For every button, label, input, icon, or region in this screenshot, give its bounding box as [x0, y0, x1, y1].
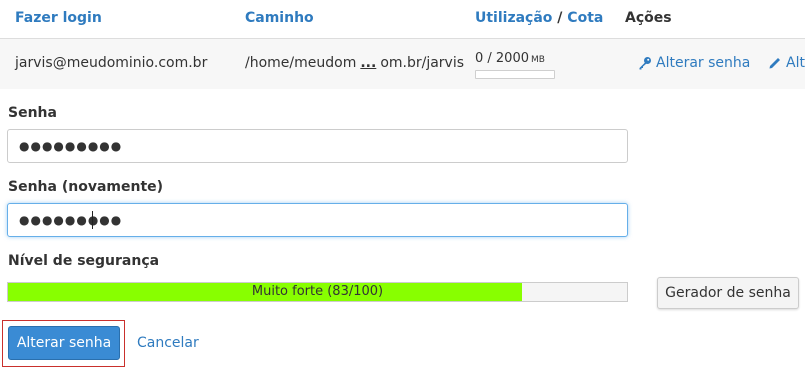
- change-password-button[interactable]: Alterar senha: [8, 326, 120, 360]
- cancel-link[interactable]: Cancelar: [137, 335, 199, 351]
- password-generator-button[interactable]: Gerador de senha: [657, 277, 799, 309]
- strength-meter: Muito forte (83/100): [7, 282, 628, 302]
- column-header-usage[interactable]: Utilização: [475, 10, 552, 26]
- password-confirm-label: Senha (novamente): [8, 179, 164, 195]
- login-cell: jarvis@meudominio.com.br: [15, 55, 208, 71]
- password-label: Senha: [8, 105, 57, 121]
- edit-label: Alt: [786, 55, 805, 71]
- path-ellipsis[interactable]: ...: [356, 55, 380, 71]
- column-header-actions: Ações: [625, 10, 672, 26]
- edit-link[interactable]: Alt: [768, 55, 805, 71]
- pencil-icon: [769, 58, 780, 69]
- path-cell: /home/meudom... om.br/jarvis: [245, 55, 464, 71]
- column-header-separator: /: [557, 10, 563, 26]
- column-header-quota[interactable]: Cota: [567, 10, 603, 26]
- table-row: jarvis@meudominio.com.br /home/meudom...…: [0, 39, 805, 89]
- path-start: /home/meudom: [245, 55, 357, 71]
- path-end: om.br/jarvis: [380, 55, 465, 71]
- password-confirm-input[interactable]: [7, 203, 628, 237]
- column-header-path[interactable]: Caminho: [245, 10, 314, 26]
- column-header-login[interactable]: Fazer login: [15, 10, 102, 26]
- text-caret: [92, 211, 93, 229]
- key-icon: [639, 57, 651, 70]
- usage-text: 0 / 2000 MB: [475, 51, 545, 66]
- column-header-usage-quota: Utilização / Cota: [475, 10, 603, 26]
- strength-label: Nível de segurança: [8, 253, 160, 269]
- usage-bar: [475, 70, 555, 79]
- strength-meter-text: Muito forte (83/100): [251, 284, 384, 299]
- usage-value: 0 / 2000: [475, 51, 529, 66]
- table-header: Fazer login Caminho Utilização / Cota Aç…: [0, 0, 805, 39]
- change-password-link[interactable]: Alterar senha: [638, 55, 750, 71]
- change-password-label: Alterar senha: [656, 55, 751, 71]
- password-input[interactable]: [7, 129, 628, 163]
- usage-unit: MB: [531, 55, 545, 65]
